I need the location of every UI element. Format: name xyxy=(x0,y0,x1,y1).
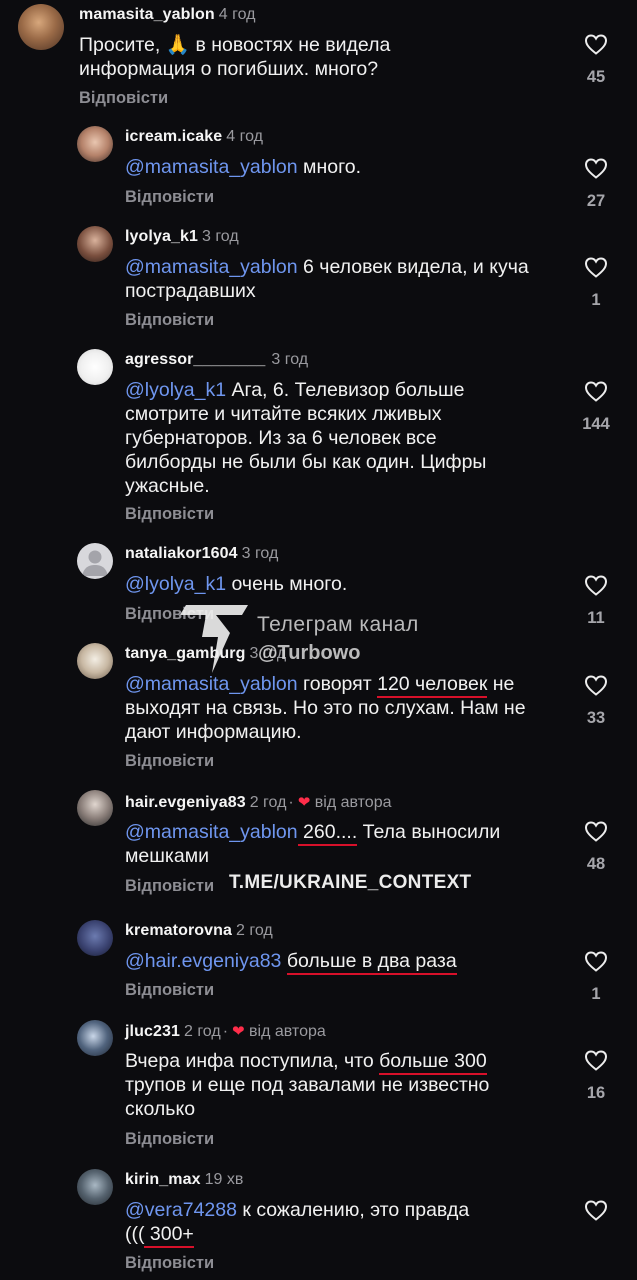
heart-icon xyxy=(584,34,608,55)
reply-button[interactable]: Відповісти xyxy=(125,752,214,771)
heart-icon xyxy=(584,257,608,278)
underlined-text: 300+ xyxy=(144,1223,194,1248)
timestamp: 3 год xyxy=(271,351,309,368)
username[interactable]: mamasita_yablon xyxy=(79,6,215,23)
avatar[interactable] xyxy=(77,126,113,162)
username[interactable]: icream.icake xyxy=(125,128,222,145)
timestamp: 3 год xyxy=(241,545,279,562)
heart-icon xyxy=(584,951,608,972)
like-count: 33 xyxy=(586,709,606,727)
heart-icon xyxy=(584,675,608,696)
like-button[interactable]: 27 xyxy=(580,157,612,211)
heart-filled-icon: ❤ xyxy=(297,794,311,811)
username[interactable]: jluc231 xyxy=(125,1023,180,1040)
comment-text: @hair.evgeniya83 больше в два раза xyxy=(125,949,565,975)
comment-text: Просите, 🙏 в новостях не видела информац… xyxy=(79,34,391,80)
watermark-telegram-label: Телеграм канал xyxy=(257,613,419,636)
avatar[interactable] xyxy=(18,4,64,50)
avatar[interactable] xyxy=(77,790,113,826)
underlined-text: больше в два раза xyxy=(286,950,457,975)
comment-text: Вчера инфа поступила, что больше 300 тру… xyxy=(125,1050,490,1120)
heart-icon xyxy=(584,575,608,596)
reply-button[interactable]: Відповісти xyxy=(125,877,214,896)
like-button[interactable]: 1 xyxy=(580,950,612,1004)
heart-icon xyxy=(584,381,608,402)
timestamp: 2 год xyxy=(249,794,287,811)
username[interactable]: kirin_max xyxy=(125,1171,201,1188)
timestamp: 4 год xyxy=(226,128,263,145)
like-button[interactable]: 33 xyxy=(580,674,612,728)
mention-link[interactable]: @mamasita_yablon xyxy=(125,821,298,843)
like-button[interactable]: 48 xyxy=(580,820,612,874)
reply-button[interactable]: Відповісти xyxy=(125,311,214,330)
like-button[interactable]: 1 xyxy=(580,256,612,310)
username[interactable]: hair.evgeniya83 xyxy=(125,794,246,811)
avatar[interactable] xyxy=(77,920,113,956)
lightning-logo-icon xyxy=(172,603,250,680)
timestamp: 2 год xyxy=(183,1023,221,1040)
watermark-channel-handle: @Turbowo xyxy=(258,642,361,664)
author-liked-badge: від автора xyxy=(249,1023,326,1040)
avatar[interactable] xyxy=(77,226,113,262)
like-button[interactable]: 11 xyxy=(580,574,612,628)
like-count: 1 xyxy=(591,291,601,309)
timestamp: 3 год xyxy=(201,228,239,245)
like-count: 48 xyxy=(586,855,606,873)
timestamp: 2 год xyxy=(236,922,273,939)
like-button[interactable]: 144 xyxy=(580,380,612,434)
like-count: 16 xyxy=(586,1084,606,1102)
heart-icon xyxy=(584,1050,608,1071)
praying-hands-icon: 🙏 xyxy=(165,34,191,56)
heart-filled-icon: ❤ xyxy=(232,1023,245,1040)
avatar[interactable] xyxy=(77,349,113,385)
default-avatar-icon xyxy=(82,550,108,576)
comment-text: @mamasita_yablon говорят 120 человек не … xyxy=(125,673,526,743)
like-count: 27 xyxy=(586,192,606,210)
reply-button[interactable]: Відповісти xyxy=(125,981,214,1000)
like-button[interactable]: 16 xyxy=(580,1049,612,1103)
username[interactable]: lyolya_k1 xyxy=(125,228,198,245)
underlined-text: 260.... xyxy=(297,821,358,846)
comment-text: @lyolya_k1 Ага, 6. Телевизор больше смот… xyxy=(125,379,487,497)
mention-link[interactable]: @lyolya_k1 xyxy=(125,573,226,595)
timestamp: 4 год xyxy=(218,6,256,23)
like-button[interactable]: 45 xyxy=(580,33,612,87)
comment-text: @mamasita_yablon 6 человек видела, и куч… xyxy=(125,256,529,302)
reply-button[interactable]: Відповісти xyxy=(125,505,214,524)
heart-icon xyxy=(584,158,608,179)
comment-text: @vera74288 к сожалению, это правда ((( 3… xyxy=(125,1198,525,1248)
underlined-text: больше 300 xyxy=(379,1050,487,1075)
username[interactable]: nataliakor1604 xyxy=(125,545,238,562)
username[interactable]: krematorovna xyxy=(125,922,232,939)
username[interactable]: agressor________ xyxy=(125,351,265,368)
reply-button[interactable]: Відповісти xyxy=(79,89,168,108)
like-count: 11 xyxy=(587,609,605,627)
author-liked-badge: від автора xyxy=(314,794,392,811)
comment-text: @mamasita_yablon 260.... Тела выносили м… xyxy=(125,821,501,867)
underlined-text: 120 человек xyxy=(377,673,488,698)
avatar[interactable] xyxy=(77,1020,113,1056)
like-count: 45 xyxy=(586,68,606,86)
timestamp: 19 хв xyxy=(204,1171,244,1188)
mention-link[interactable]: @lyolya_k1 xyxy=(125,379,226,401)
avatar[interactable] xyxy=(77,543,113,579)
avatar[interactable] xyxy=(77,643,113,679)
like-button[interactable] xyxy=(580,1199,612,1221)
mention-link[interactable]: @mamasita_yablon xyxy=(125,256,298,278)
comment-text: @mamasita_yablon много. xyxy=(125,156,362,178)
heart-icon xyxy=(584,1200,608,1221)
mention-link[interactable]: @hair.evgeniya83 xyxy=(125,950,281,972)
like-count: 144 xyxy=(582,415,610,433)
avatar[interactable] xyxy=(77,1169,113,1205)
mention-link[interactable]: @mamasita_yablon xyxy=(125,156,298,178)
watermark-url: T.ME/UKRAINE_CONTEXT xyxy=(229,872,472,893)
reply-button[interactable]: Відповісти xyxy=(125,188,214,207)
mention-link[interactable]: @vera74288 xyxy=(125,1199,237,1221)
reply-button[interactable]: Відповісти xyxy=(125,1130,214,1149)
comment-text: @lyolya_k1 очень много. xyxy=(125,573,348,595)
like-count: 1 xyxy=(591,985,601,1003)
heart-icon xyxy=(584,821,608,842)
reply-button[interactable]: Відповісти xyxy=(125,1254,214,1273)
